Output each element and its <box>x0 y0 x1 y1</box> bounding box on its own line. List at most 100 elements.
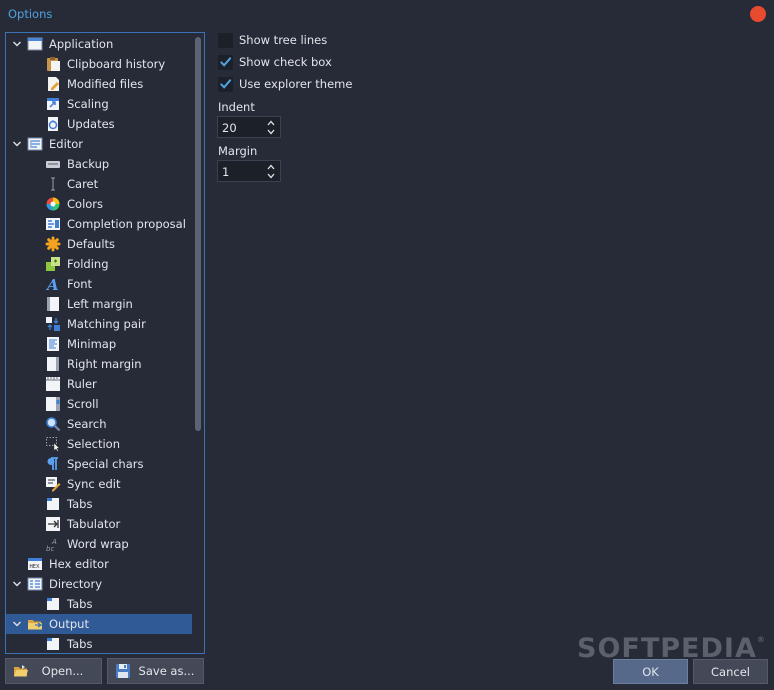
checkmark-icon <box>220 57 232 67</box>
tree-item-caret[interactable]: Caret <box>6 174 192 194</box>
tree-item-tabs[interactable]: Tabs <box>6 634 192 653</box>
tree-item-special-chars[interactable]: Special chars <box>6 454 192 474</box>
ok-button[interactable]: OK <box>613 659 688 684</box>
cancel-button[interactable]: Cancel <box>693 659 768 684</box>
tree-item-tabs[interactable]: Tabs <box>6 494 192 514</box>
tree-item-ruler[interactable]: Ruler <box>6 374 192 394</box>
tree-item-matching-pair[interactable]: Matching pair <box>6 314 192 334</box>
completion-icon <box>45 216 61 232</box>
indent-up-arrow-icon[interactable] <box>265 118 277 127</box>
tree-item-tabulator[interactable]: Tabulator <box>6 514 192 534</box>
clipboard-icon <box>45 56 61 72</box>
tree-item-label: Backup <box>67 157 110 171</box>
title-bar: Options <box>0 0 774 28</box>
options-tree[interactable]: Application Clipboard history Modified fil… <box>5 32 205 654</box>
indent-down-arrow-icon[interactable] <box>265 127 277 136</box>
tree-item-backup[interactable]: Backup <box>6 154 192 174</box>
ruler-icon <box>45 376 61 392</box>
save-as-button[interactable]: Save as... <box>107 658 204 684</box>
tree-item-application[interactable]: Application <box>6 34 192 54</box>
tree-item-editor[interactable]: Editor <box>6 134 192 154</box>
tree-item-folding[interactable]: Folding <box>6 254 192 274</box>
tree-item-colors[interactable]: Colors <box>6 194 192 214</box>
indent-value[interactable]: 20 <box>222 121 237 135</box>
tree-item-defaults[interactable]: Defaults <box>6 234 192 254</box>
tree-item-left-margin[interactable]: Left margin <box>6 294 192 314</box>
tree-item-search[interactable]: Search <box>6 414 192 434</box>
chevron-down-icon[interactable] <box>11 578 23 590</box>
margin-value[interactable]: 1 <box>222 165 229 179</box>
sync-edit-icon <box>45 476 61 492</box>
tree-scrollbar[interactable] <box>195 37 201 431</box>
scaling-icon <box>45 96 61 112</box>
show-tree-lines-checkbox[interactable] <box>218 32 233 48</box>
show-check-box-row[interactable]: Show check box <box>218 53 332 71</box>
tree-item-label: Defaults <box>67 237 116 251</box>
tree-item-scroll[interactable]: Scroll <box>6 394 192 414</box>
tree-item-label: Font <box>67 277 93 291</box>
cancel-button-label: Cancel <box>711 664 750 679</box>
show-tree-lines-row[interactable]: Show tree lines <box>218 31 327 49</box>
open-button[interactable]: Open... <box>5 658 102 684</box>
tree-item-modified-files[interactable]: Modified files <box>6 74 192 94</box>
tabs-icon <box>45 596 61 612</box>
tabulator-icon <box>45 516 61 532</box>
update-icon <box>45 116 61 132</box>
use-explorer-theme-row[interactable]: Use explorer theme <box>218 75 352 93</box>
tree-item-label: Scroll <box>67 397 99 411</box>
show-tree-lines-label: Show tree lines <box>239 33 328 47</box>
margin-spinner[interactable]: 1 <box>217 160 281 182</box>
tree-item-sync-edit[interactable]: Sync edit <box>6 474 192 494</box>
hex-editor-icon: HEX <box>27 556 43 572</box>
colors-icon <box>45 196 61 212</box>
chevron-down-icon[interactable] <box>11 38 23 50</box>
tree-item-label: Minimap <box>67 337 117 351</box>
tree-item-hex-editor[interactable]: HEX Hex editor <box>6 554 192 574</box>
margin-up-arrow-icon[interactable] <box>265 162 277 171</box>
word-wrap-icon: Abc <box>45 536 61 552</box>
chevron-down-icon[interactable] <box>11 618 23 630</box>
indent-spinner[interactable]: 20 <box>217 116 281 138</box>
tree-item-label: Special chars <box>67 457 144 471</box>
tree-item-tabs[interactable]: Tabs <box>6 594 192 614</box>
tree-item-label: Search <box>67 417 107 431</box>
margin-label: Margin <box>218 144 258 158</box>
tree-item-completion-proposal[interactable]: Completion proposal <box>6 214 192 234</box>
svg-text:A: A <box>45 276 59 292</box>
search-icon <box>45 416 61 432</box>
indent-label: Indent <box>218 100 255 114</box>
tree-item-label: Colors <box>67 197 104 211</box>
tree-item-minimap[interactable]: Minimap <box>6 334 192 354</box>
caret-icon <box>45 176 61 192</box>
tree-item-scaling[interactable]: Scaling <box>6 94 192 114</box>
tree-item-selection[interactable]: Selection <box>6 434 192 454</box>
chevron-down-icon[interactable] <box>11 138 23 150</box>
tree-item-label: Matching pair <box>67 317 146 331</box>
tree-item-updates[interactable]: Updates <box>6 114 192 134</box>
tree-item-clipboard-history[interactable]: Clipboard history <box>6 54 192 74</box>
tree-item-label: Folding <box>67 257 109 271</box>
tree-item-label: Sync edit <box>67 477 121 491</box>
use-explorer-theme-checkbox[interactable] <box>218 76 233 92</box>
tree-item-right-margin[interactable]: Right margin <box>6 354 192 374</box>
window-icon <box>27 36 43 52</box>
watermark-registered-mark: ® <box>756 635 766 644</box>
tree-item-label: Left margin <box>67 297 133 311</box>
tree-item-label: Hex editor <box>49 557 109 571</box>
close-button[interactable] <box>750 6 766 22</box>
window-title: Options <box>8 7 53 21</box>
matching-pair-icon <box>45 316 61 332</box>
tree-item-output[interactable]: Output <box>6 614 192 634</box>
margin-down-arrow-icon[interactable] <box>265 171 277 180</box>
tree-item-label: Right margin <box>67 357 142 371</box>
left-margin-icon <box>45 296 61 312</box>
tree-item-directory[interactable]: Directory <box>6 574 192 594</box>
tree-item-font[interactable]: A Font <box>6 274 192 294</box>
tree-item-label: Caret <box>67 177 99 191</box>
tree-item-label: Selection <box>67 437 120 451</box>
show-check-box-checkbox[interactable] <box>218 54 233 70</box>
tree-item-word-wrap[interactable]: Abc Word wrap <box>6 534 192 554</box>
tree-item-label: Updates <box>67 117 115 131</box>
tree-item-label: Tabs <box>67 637 93 651</box>
tree-item-label: Editor <box>49 137 84 151</box>
